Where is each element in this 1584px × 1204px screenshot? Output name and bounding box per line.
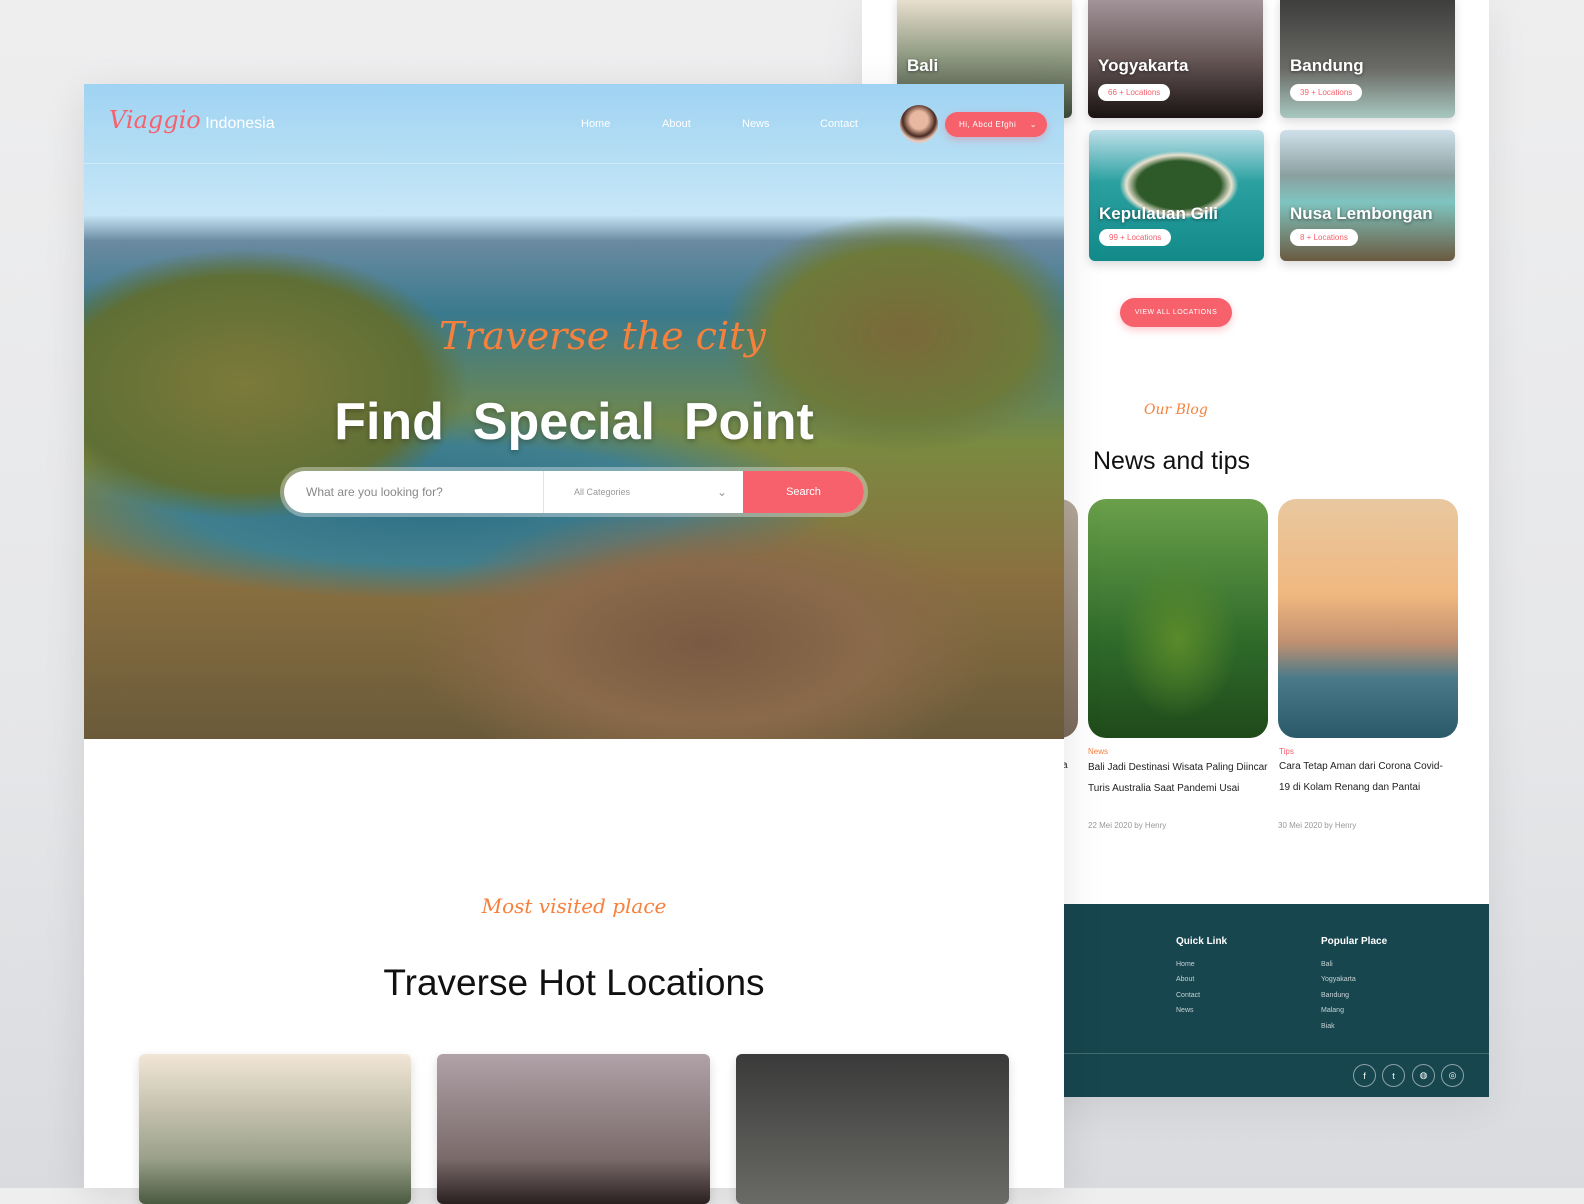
user-menu-button[interactable]: Hi, Abcd Efghi ⌄ [945, 112, 1047, 137]
hot-card-yogyakarta[interactable] [437, 1054, 710, 1204]
location-card-gili[interactable]: Kepulauan Gili 99 + Locations [1089, 130, 1264, 261]
location-card-bandung[interactable]: Bandung 39 + Locations [1280, 0, 1455, 118]
nav-news[interactable]: News [742, 118, 770, 130]
hero: Viaggio Indonesia Home About News Contac… [84, 84, 1064, 739]
chevron-down-icon: ⌄ [1029, 120, 1037, 129]
landing-page: Viaggio Indonesia Home About News Contac… [84, 84, 1064, 1204]
twitter-icon[interactable]: t [1382, 1064, 1405, 1087]
location-count: 99 + Locations [1099, 229, 1172, 246]
blog-card-image[interactable] [1278, 499, 1458, 738]
blog-title: News and tips [1093, 447, 1251, 475]
hero-script: Traverse the city [439, 314, 766, 358]
blog-kicker: Our Blog [1144, 402, 1208, 418]
nav-about[interactable]: About [662, 118, 691, 130]
footer-link[interactable]: Bali [1321, 961, 1333, 968]
chevron-down-icon: ⌄ [716, 485, 727, 499]
user-name: Hi, Abcd Efghi [959, 120, 1017, 129]
footer-link[interactable]: Malang [1321, 1007, 1344, 1014]
location-name: Bandung [1290, 56, 1364, 75]
footer-link[interactable]: Biak [1321, 1023, 1335, 1030]
navbar: Viaggio Indonesia Home About News Contac… [84, 84, 1064, 164]
location-count: 39 + Locations [1290, 84, 1363, 101]
post-category: News [1088, 747, 1109, 756]
facebook-icon[interactable]: f [1353, 1064, 1376, 1087]
hot-title: Traverse Hot Locations [383, 962, 765, 1003]
logo-text: Indonesia [205, 115, 275, 132]
blog-card-image[interactable] [1088, 499, 1268, 738]
category-value: All Categories [574, 487, 631, 497]
location-count: 8 + Locations [1290, 229, 1358, 246]
footer-heading: Popular Place [1321, 936, 1388, 947]
nav-home[interactable]: Home [581, 118, 610, 130]
footer-link[interactable]: Contact [1176, 992, 1200, 999]
search-input[interactable]: What are you looking for? [284, 471, 544, 513]
footer-link[interactable]: Bandung [1321, 992, 1349, 999]
footer-link[interactable]: Yogyakarta [1321, 976, 1356, 983]
location-card-yogyakarta[interactable]: Yogyakarta 66 + Locations [1088, 0, 1263, 118]
location-name: Kepulauan Gili [1099, 204, 1219, 223]
hero-title: Find Special Point [334, 393, 814, 451]
instagram-icon[interactable]: ◎ [1441, 1064, 1464, 1087]
footer-link[interactable]: News [1176, 1007, 1194, 1014]
post-title[interactable]: Bali Jadi Destinasi Wisata Paling Diinca… [1088, 757, 1273, 799]
view-all-locations-button[interactable]: VIEW ALL LOCATIONS [1120, 298, 1232, 327]
footer-link[interactable]: Home [1176, 961, 1195, 968]
footer-divider [1064, 1053, 1489, 1054]
logo[interactable]: Viaggio Indonesia [109, 106, 275, 134]
footer-heading: Quick Link [1176, 936, 1228, 947]
location-card-nusa-lembongan[interactable]: Nusa Lembongan 8 + Locations [1280, 130, 1455, 261]
location-name: Nusa Lembongan [1290, 204, 1433, 223]
avatar[interactable] [900, 105, 938, 143]
footer-link[interactable]: About [1176, 976, 1194, 983]
logo-script: Viaggio [109, 106, 201, 134]
nav-contact[interactable]: Contact [820, 118, 858, 130]
dribbble-icon[interactable]: ◍ [1412, 1064, 1435, 1087]
category-select[interactable]: All Categories ⌄ [544, 471, 743, 513]
search-button[interactable]: Search [743, 471, 864, 513]
search-bar: What are you looking for? All Categories… [280, 467, 868, 517]
post-meta: 30 Mei 2020 by Henry [1278, 821, 1357, 830]
footer: Quick Link Home About Contact News Popul… [1064, 904, 1489, 1097]
location-name: Yogyakarta [1098, 56, 1189, 75]
hot-kicker: Most visited place [481, 894, 667, 918]
location-count: 66 + Locations [1098, 84, 1171, 101]
post-title[interactable]: Cara Tetap Aman dari Corona Covid-19 di … [1279, 756, 1449, 798]
location-name: Bali [907, 56, 939, 75]
hot-card-bandung[interactable] [736, 1054, 1009, 1204]
hot-card-bali[interactable] [139, 1054, 411, 1204]
post-category: Tips [1279, 747, 1294, 756]
post-meta: 22 Mei 2020 by Henry [1088, 821, 1167, 830]
